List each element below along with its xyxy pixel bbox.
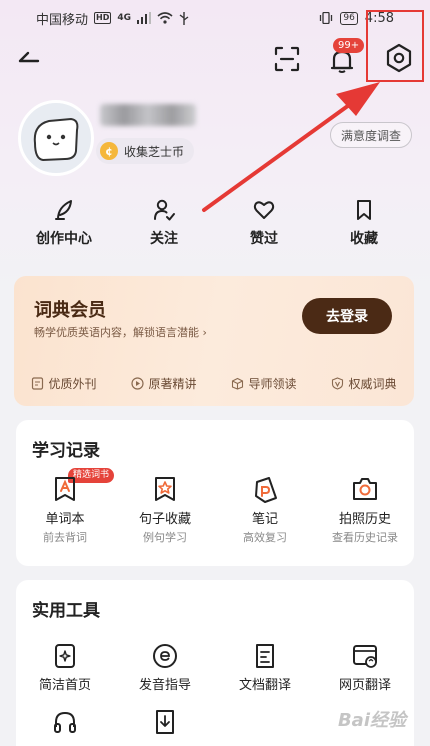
wifi-icon <box>157 12 173 24</box>
carrier-label: 中国移动 <box>36 12 89 28</box>
feather-icon <box>55 200 72 220</box>
tool-item-label: 网页翻译 <box>338 678 391 693</box>
quick-action-create[interactable]: 创作中心 <box>24 198 104 248</box>
tools-title: 实用工具 <box>32 601 100 621</box>
watermark: Bai经验 <box>337 710 406 731</box>
quick-action-follow[interactable]: 关注 <box>124 198 204 248</box>
chevron-right-icon: › <box>199 326 207 339</box>
avatar-ghost-icon <box>33 117 79 162</box>
study-item-sub: 前去背词 <box>43 531 87 544</box>
member-feature-label: 优质外刊 <box>48 376 97 391</box>
shield-v-icon <box>332 376 344 390</box>
notification-badge: 99+ <box>333 38 365 53</box>
download-doc-icon <box>156 710 174 734</box>
tool-item-pronunciation[interactable]: 发音指导 <box>116 642 214 693</box>
tool-item-label: 简洁首页 <box>38 678 91 693</box>
tool-item-simple-home[interactable]: 简洁首页 <box>16 642 114 693</box>
settings-highlight-box <box>366 10 424 82</box>
quick-action-label: 赞过 <box>250 231 278 247</box>
study-records-title: 学习记录 <box>32 441 100 461</box>
phone-sparkle-icon <box>55 644 75 668</box>
tool-item-label: 文档翻译 <box>238 678 291 693</box>
camera-icon <box>353 478 377 500</box>
bookmark-icon <box>357 200 371 220</box>
member-feature-label: 导师领读 <box>248 376 297 391</box>
profile-header: ¢ 收集芝士币 满意度调查 <box>0 96 430 186</box>
hd-badge: HD <box>94 12 112 24</box>
member-subtitle: 畅学优质英语内容，解锁语言潜能 › <box>34 324 207 340</box>
pronunciation-icon <box>153 644 177 668</box>
battery-indicator: 96 <box>340 11 358 25</box>
note-pen-icon <box>255 477 277 503</box>
box-icon <box>232 377 244 390</box>
study-item-label: 笔记 <box>251 512 278 527</box>
study-item-label: 拍照历史 <box>338 512 391 527</box>
study-item-sentences[interactable]: 句子收藏 例句学习 <box>116 474 214 545</box>
star-bookmark-icon <box>155 477 175 501</box>
document-icon <box>256 644 274 668</box>
quick-actions: 创作中心 关注 赞过 收藏 <box>0 198 430 254</box>
study-item-sub: 查看历史记录 <box>332 531 398 544</box>
headphones-icon <box>54 711 76 733</box>
quick-action-liked[interactable]: 赞过 <box>224 198 304 248</box>
study-item-label: 单词本 <box>45 512 85 527</box>
study-item-wordbook[interactable]: 单词本 前去背词 <box>16 474 114 545</box>
tool-item-web-translate[interactable]: 网页翻译 <box>316 642 414 693</box>
quick-action-label: 关注 <box>150 231 178 247</box>
login-button[interactable]: 去登录 <box>302 298 392 334</box>
back-arrow-icon[interactable] <box>14 44 44 74</box>
study-item-sub: 高效复习 <box>243 531 287 544</box>
tool-item-listening[interactable] <box>16 708 114 736</box>
study-item-notes[interactable]: 笔记 高效复习 <box>216 474 314 545</box>
study-item-photo-history[interactable]: 拍照历史 查看历史记录 <box>316 474 414 545</box>
member-feature-mentor[interactable]: 导师领读 <box>231 372 297 394</box>
person-check-icon <box>154 199 175 221</box>
member-feature-label: 权威词典 <box>348 376 397 391</box>
study-item-sub: 例句学习 <box>143 531 187 544</box>
member-features: 优质外刊 原著精讲 导师领读 权威词典 <box>14 372 414 394</box>
quick-action-favorites[interactable]: 收藏 <box>324 198 404 248</box>
vibrate-icon <box>320 12 333 24</box>
tool-item-download[interactable] <box>116 708 214 736</box>
tool-item-label: 发音指导 <box>138 678 191 693</box>
member-subtitle-text: 畅学优质英语内容，解锁语言潜能 <box>34 326 199 339</box>
browser-sync-icon <box>353 645 377 668</box>
member-title: 词典会员 <box>34 300 106 321</box>
usb-icon <box>179 11 189 25</box>
tool-item-doc-translate[interactable]: 文档翻译 <box>216 642 314 693</box>
scan-icon[interactable] <box>272 44 302 74</box>
signal-label: 4G <box>117 13 132 23</box>
member-feature-journal[interactable]: 优质外刊 <box>31 372 97 394</box>
study-records-card: 学习记录 精选词书 单词本 前去背词 句子收藏 例句学习 笔记 高效复习 拍照历… <box>16 420 414 566</box>
study-item-label: 句子收藏 <box>138 512 191 527</box>
member-feature-classics[interactable]: 原著精讲 <box>131 372 197 394</box>
signal-icon <box>137 12 152 24</box>
status-left: 中国移动 HD 4G <box>36 9 189 28</box>
avatar[interactable] <box>18 100 94 176</box>
coin-collect-pill[interactable]: ¢ 收集芝士币 <box>96 138 195 164</box>
heart-icon <box>253 201 275 219</box>
quick-action-label: 创作中心 <box>36 231 92 247</box>
member-feature-dictionary[interactable]: 权威词典 <box>331 372 397 394</box>
coin-label: 收集芝士币 <box>124 144 185 159</box>
member-feature-label: 原著精讲 <box>148 376 197 391</box>
play-circle-icon <box>131 376 145 390</box>
magazine-icon <box>32 376 44 390</box>
survey-button[interactable]: 满意度调查 <box>329 122 412 148</box>
coin-icon: ¢ <box>100 142 118 160</box>
member-card[interactable]: 词典会员 畅学优质英语内容，解锁语言潜能 › 去登录 优质外刊 原著精讲 导师领… <box>14 276 414 406</box>
username-blurred <box>100 104 196 126</box>
quick-action-label: 收藏 <box>350 231 378 247</box>
wordbook-icon <box>55 477 75 501</box>
